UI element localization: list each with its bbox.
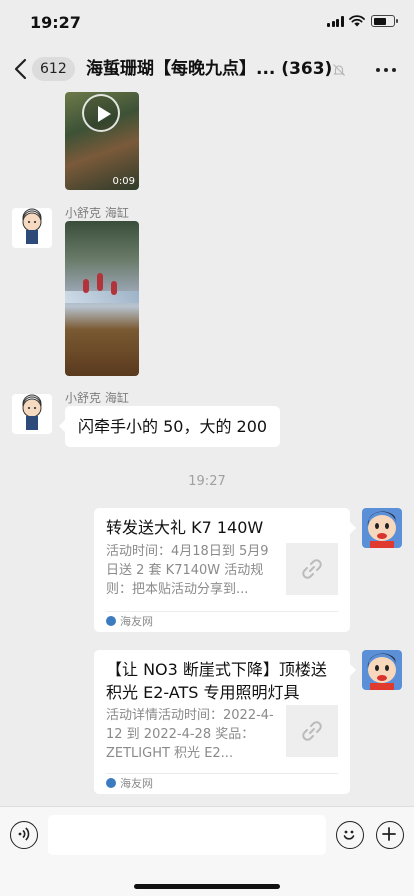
avatar-image — [367, 653, 396, 690]
avatar[interactable] — [12, 208, 52, 248]
link-icon — [302, 721, 322, 741]
chat-title: 海蜇珊瑚【每晚九点】... (363) — [86, 58, 331, 80]
bell-off-icon — [333, 64, 345, 76]
sender-name: 小舒克 海缸 — [65, 206, 129, 220]
home-indicator[interactable] — [134, 884, 280, 889]
message-timestamp: 19:27 — [188, 474, 226, 489]
voice-icon[interactable] — [10, 821, 38, 849]
status-bar: 19:27 — [0, 0, 414, 46]
chevron-left-icon[interactable] — [12, 58, 30, 80]
sender-name: 小舒克 海缸 — [65, 391, 129, 405]
wifi-icon — [349, 15, 365, 27]
link-card[interactable]: 【让 NO3 断崖式下降】顶楼送积光 E2-ATS 专用照明灯具 活动详情活动时… — [94, 650, 356, 794]
play-icon[interactable] — [82, 94, 120, 132]
video-message[interactable]: 0:09 — [65, 92, 139, 190]
card-source-label: 海友网 — [120, 777, 153, 790]
card-title: 【让 NO3 断崖式下降】顶楼送积光 E2-ATS 专用照明灯具 — [106, 660, 327, 702]
card-source: 海友网 — [106, 615, 153, 629]
source-logo-icon — [106, 778, 116, 788]
card-thumbnail — [286, 705, 338, 757]
status-time: 19:27 — [30, 13, 81, 32]
avatar[interactable] — [362, 650, 402, 690]
emoji-icon[interactable] — [336, 821, 364, 849]
video-duration: 0:09 — [112, 176, 135, 187]
chat-header: 612 海蜇珊瑚【每晚九点】... (363) — [0, 46, 414, 92]
card-title: 转发送大礼 K7 140W — [106, 518, 264, 537]
image-message[interactable] — [65, 221, 139, 376]
avatar-image — [22, 394, 42, 430]
link-icon — [302, 559, 322, 579]
card-source-label: 海友网 — [120, 615, 153, 628]
member-count: (363) — [281, 59, 331, 79]
battery-icon — [371, 15, 398, 27]
plus-icon[interactable] — [376, 821, 404, 849]
link-card[interactable]: 转发送大礼 K7 140W 活动时间：4月18日到 5月9日送 2 套 K714… — [94, 508, 356, 632]
card-description: 活动时间：4月18日到 5月9日送 2 套 K7140W 活动规则：把本贴活动分… — [106, 544, 269, 597]
source-logo-icon — [106, 616, 116, 626]
card-source: 海友网 — [106, 777, 153, 791]
card-description: 活动详情活动时间：2022-4-12 到 2022-4-28 奖品：ZETLIG… — [106, 708, 274, 761]
message-input[interactable] — [48, 815, 326, 855]
avatar[interactable] — [362, 508, 402, 548]
input-bar — [0, 806, 414, 896]
unread-count-badge[interactable]: 612 — [32, 57, 75, 81]
signal-icon — [327, 16, 344, 27]
avatar[interactable] — [12, 394, 52, 434]
text-message[interactable]: 闪牵手小的 50，大的 200 — [58, 406, 281, 447]
more-icon[interactable] — [376, 68, 396, 72]
card-thumbnail — [286, 543, 338, 595]
avatar-image — [367, 511, 396, 548]
avatar-image — [22, 208, 42, 244]
group-name: 海蜇珊瑚【每晚九点】... — [86, 59, 276, 79]
